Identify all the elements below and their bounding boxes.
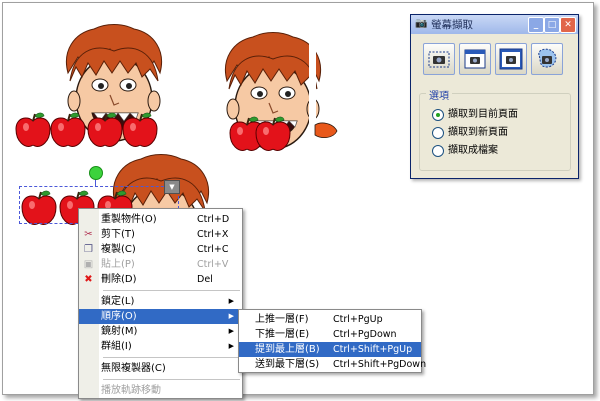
maximize-button[interactable]: □ bbox=[544, 17, 560, 33]
submenu-arrow-icon: ▶ bbox=[228, 327, 234, 335]
dialog-title: 螢幕擷取 bbox=[431, 19, 473, 31]
options-group: 選項 擷取到目前頁面 擷取到新頁面 擷取成檔案 bbox=[419, 87, 571, 171]
capture-freehand-icon bbox=[538, 48, 557, 68]
capture-window-icon bbox=[464, 49, 486, 69]
close-button[interactable]: ✕ bbox=[560, 17, 576, 33]
options-legend: 選項 bbox=[426, 87, 452, 102]
scissors-icon: ✂ bbox=[84, 229, 93, 240]
radio-unselected[interactable] bbox=[432, 127, 444, 139]
screen-capture-dialog: 📷 螢幕擷取 _ □ ✕ 選項 擷取到目前頁面 擷取到新頁面 擷取成檔案 bbox=[410, 14, 579, 179]
menu-item-order[interactable]: 順序(O) ▶ bbox=[79, 309, 242, 324]
copy-icon: ❐ bbox=[84, 244, 93, 255]
menu-separator bbox=[103, 357, 240, 358]
selection-menu-button[interactable]: ▼ bbox=[164, 180, 180, 194]
radio-selected[interactable] bbox=[432, 109, 444, 121]
menu-item-copy[interactable]: ❐ 複製(C) Ctrl+C bbox=[79, 242, 242, 257]
menu-separator bbox=[103, 379, 240, 380]
delete-x-icon: ✖ bbox=[84, 274, 93, 285]
context-menu: 重製物件(O) Ctrl+D ✂ 剪下(T) Ctrl+X ❐ 複製(C) Ct… bbox=[78, 208, 243, 399]
capture-area-button[interactable] bbox=[423, 43, 455, 75]
capture-area-icon bbox=[428, 51, 450, 68]
menu-item-cut[interactable]: ✂ 剪下(T) Ctrl+X bbox=[79, 227, 242, 242]
paste-icon: ▣ bbox=[83, 259, 94, 270]
submenu-arrow-icon: ▶ bbox=[228, 312, 234, 320]
submenu-item-bring-to-front[interactable]: 提到最上層(B) Ctrl+Shift+PgUp bbox=[239, 342, 421, 357]
menu-item-group[interactable]: 群組(I) ▶ bbox=[79, 339, 242, 354]
camera-icon: 📷 bbox=[415, 18, 428, 29]
order-submenu: 上推一層(F) Ctrl+PgUp 下推一層(E) Ctrl+PgDown 提到… bbox=[238, 309, 426, 373]
menu-item-mirror[interactable]: 鏡射(M) ▶ bbox=[79, 324, 242, 339]
rotation-handle-line bbox=[95, 179, 96, 186]
menu-item-lock[interactable]: 鎖定(L) ▶ bbox=[79, 294, 242, 309]
capture-freehand-button[interactable] bbox=[531, 43, 563, 75]
capture-fullscreen-button[interactable] bbox=[495, 43, 527, 75]
menu-item-play-path[interactable]: 播放軌跡移動 bbox=[79, 383, 242, 398]
menu-item-paste[interactable]: ▣ 貼上(P) Ctrl+V bbox=[79, 257, 242, 272]
submenu-item-send-to-back[interactable]: 送到最下層(S) Ctrl+Shift+PgDown bbox=[239, 357, 426, 372]
radio-unselected[interactable] bbox=[432, 145, 444, 157]
submenu-arrow-icon: ▶ bbox=[228, 342, 234, 350]
menu-item-duplicate[interactable]: 重製物件(O) Ctrl+D bbox=[79, 212, 242, 227]
capture-fullscreen-icon bbox=[499, 48, 523, 70]
menu-separator bbox=[103, 290, 240, 291]
minimize-button[interactable]: _ bbox=[528, 17, 544, 33]
submenu-item-send-backward[interactable]: 下推一層(E) Ctrl+PgDown bbox=[239, 327, 421, 342]
dialog-title-bar[interactable]: 📷 螢幕擷取 _ □ ✕ bbox=[411, 15, 578, 34]
capture-window-button[interactable] bbox=[459, 43, 491, 75]
rotation-handle[interactable] bbox=[89, 166, 103, 180]
menu-item-delete[interactable]: ✖ 刪除(D) Del bbox=[79, 272, 242, 287]
menu-item-infinite-cloner[interactable]: 無限複製器(C) bbox=[79, 361, 242, 376]
submenu-arrow-icon: ▶ bbox=[228, 297, 234, 305]
submenu-item-bring-forward[interactable]: 上推一層(F) Ctrl+PgUp bbox=[239, 312, 421, 327]
